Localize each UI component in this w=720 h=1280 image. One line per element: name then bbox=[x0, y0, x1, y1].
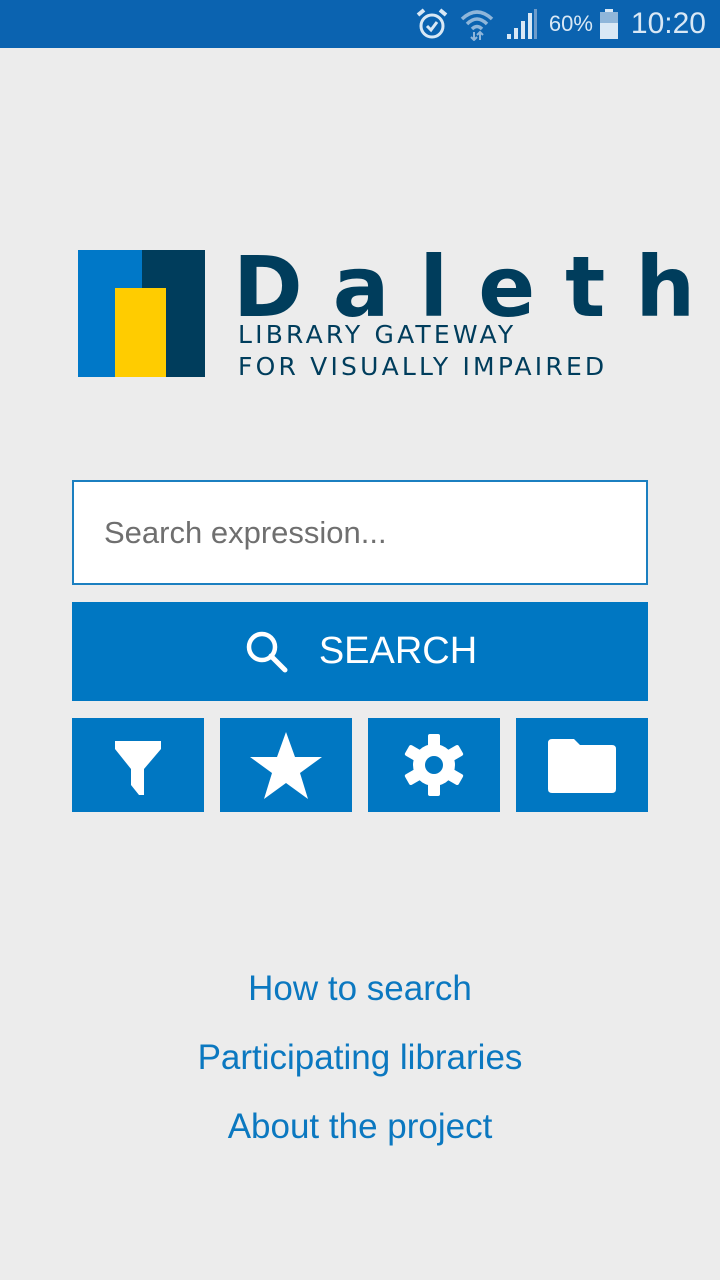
link-participating-libraries[interactable]: Participating libraries bbox=[0, 1034, 720, 1103]
logo-mark-icon bbox=[78, 250, 205, 377]
info-links: How to search Participating libraries Ab… bbox=[0, 965, 720, 1172]
wifi-icon bbox=[459, 7, 495, 41]
battery-percent: 60% bbox=[548, 11, 593, 36]
folder-icon bbox=[548, 739, 616, 793]
search-input[interactable] bbox=[72, 480, 648, 585]
status-bar: 60% 10:20 bbox=[0, 0, 720, 48]
link-about-project[interactable]: About the project bbox=[0, 1103, 720, 1172]
battery-icon bbox=[599, 9, 619, 39]
filter-button[interactable] bbox=[72, 718, 204, 812]
alarm-icon bbox=[415, 7, 449, 41]
search-icon bbox=[246, 631, 288, 672]
settings-button[interactable] bbox=[368, 718, 500, 812]
signal-icon bbox=[505, 8, 539, 40]
clock: 10:20 bbox=[630, 7, 706, 40]
gear-icon bbox=[404, 734, 464, 796]
search-button-label: SEARCH bbox=[318, 630, 478, 672]
filter-icon bbox=[115, 741, 161, 795]
favorites-button[interactable] bbox=[220, 718, 352, 812]
daleth-logo: Daleth LIBRARY GATEWAY FOR VISUALLY IMPA… bbox=[78, 242, 695, 385]
link-how-to-search[interactable]: How to search bbox=[0, 965, 720, 1034]
search-button[interactable]: SEARCH bbox=[72, 602, 648, 701]
star-icon bbox=[250, 732, 322, 799]
logo-subtitle-line2: FOR VISUALLY IMPAIRED bbox=[238, 352, 608, 381]
logo-subtitle-line1: LIBRARY GATEWAY bbox=[238, 320, 517, 349]
quick-actions bbox=[72, 718, 648, 812]
logo-title: Daleth bbox=[233, 238, 720, 336]
folder-button[interactable] bbox=[516, 718, 648, 812]
